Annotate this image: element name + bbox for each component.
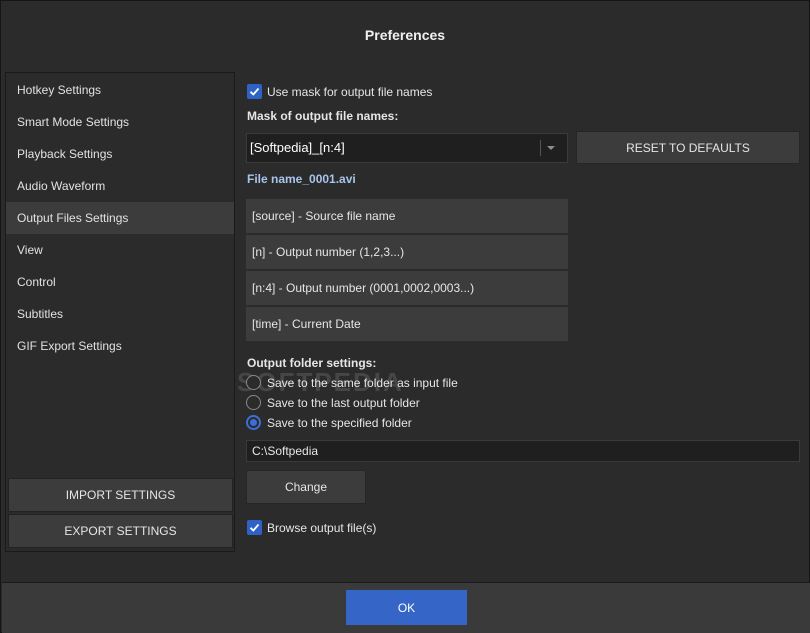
file-name-preview: File name_0001.avi bbox=[247, 172, 356, 186]
folder-path-input[interactable] bbox=[246, 440, 800, 462]
chevron-down-icon[interactable] bbox=[546, 144, 556, 152]
mask-combobox[interactable] bbox=[246, 133, 568, 163]
sidebar-item-hotkey-settings[interactable]: Hotkey Settings bbox=[6, 74, 234, 106]
mask-input[interactable] bbox=[250, 134, 535, 162]
sidebar-item-audio-waveform[interactable]: Audio Waveform bbox=[6, 170, 234, 202]
export-settings-button[interactable]: EXPORT SETTINGS bbox=[8, 514, 233, 548]
use-mask-label: Use mask for output file names bbox=[267, 85, 433, 99]
token-time[interactable]: [time] - Current Date bbox=[246, 307, 568, 341]
dialog-footer: OK bbox=[2, 582, 810, 633]
sidebar-item-view[interactable]: View bbox=[6, 234, 234, 266]
browse-output-label: Browse output file(s) bbox=[267, 521, 377, 535]
sidebar-item-subtitles[interactable]: Subtitles bbox=[6, 298, 234, 330]
radio-specified-folder[interactable] bbox=[246, 415, 261, 430]
checkmark-icon bbox=[249, 523, 260, 532]
reset-to-defaults-button[interactable]: RESET TO DEFAULTS bbox=[576, 131, 800, 164]
radio-last-output-folder[interactable] bbox=[246, 395, 261, 410]
ok-button[interactable]: OK bbox=[346, 590, 467, 625]
sidebar-item-output-files-settings[interactable]: Output Files Settings bbox=[6, 202, 234, 234]
output-folder-heading: Output folder settings: bbox=[247, 356, 377, 370]
import-settings-button[interactable]: IMPORT SETTINGS bbox=[8, 478, 233, 512]
change-folder-button[interactable]: Change bbox=[246, 470, 366, 504]
sidebar-item-playback-settings[interactable]: Playback Settings bbox=[6, 138, 234, 170]
token-n4[interactable]: [n:4] - Output number (0001,0002,0003...… bbox=[246, 271, 568, 305]
sidebar-item-gif-export-settings[interactable]: GIF Export Settings bbox=[6, 330, 234, 362]
browse-output-checkbox[interactable] bbox=[247, 520, 262, 535]
mask-heading: Mask of output file names: bbox=[247, 109, 399, 123]
token-n[interactable]: [n] - Output number (1,2,3...) bbox=[246, 235, 568, 269]
radio-same-folder[interactable] bbox=[246, 375, 261, 390]
token-source[interactable]: [source] - Source file name bbox=[246, 199, 568, 233]
sidebar-item-smart-mode-settings[interactable]: Smart Mode Settings bbox=[6, 106, 234, 138]
window-title: Preferences bbox=[364, 27, 446, 43]
checkmark-icon bbox=[249, 87, 260, 96]
radio-same-folder-label: Save to the same folder as input file bbox=[267, 376, 458, 390]
sidebar-item-control[interactable]: Control bbox=[6, 266, 234, 298]
preferences-window: Preferences Hotkey Settings Smart Mode S… bbox=[0, 0, 810, 633]
combo-separator bbox=[540, 140, 541, 156]
radio-last-output-folder-label: Save to the last output folder bbox=[267, 396, 420, 410]
radio-specified-folder-label: Save to the specified folder bbox=[267, 416, 412, 430]
sidebar: Hotkey Settings Smart Mode Settings Play… bbox=[5, 72, 235, 552]
use-mask-checkbox[interactable] bbox=[247, 84, 262, 99]
